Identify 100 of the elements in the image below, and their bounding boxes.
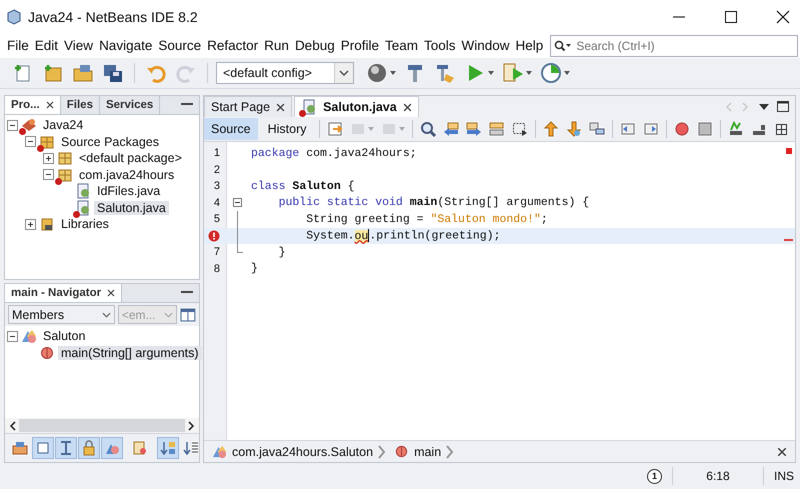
maximize-icon[interactable] [724,10,738,24]
folder-icon[interactable] [72,62,94,84]
minimize-icon[interactable] [181,103,193,107]
view-tab[interactable]: History [260,118,314,140]
tree-item[interactable]: Source Packages [58,134,162,149]
error-marker[interactable] [784,238,793,240]
breadcrumb[interactable]: com.java24hours.Saluton [212,444,386,459]
dropdown-icon[interactable] [759,104,769,110]
window-icon[interactable] [180,306,196,322]
search-icon[interactable] [554,40,572,52]
error-badge-icon [299,110,306,117]
filter-button[interactable] [78,437,100,459]
grid-icon[interactable] [776,124,787,134]
filter-button[interactable] [157,437,179,459]
filter-button[interactable] [32,437,54,459]
highlight-icon[interactable] [488,121,505,137]
tree-item[interactable]: IdFiles.java [94,184,164,198]
menu-item[interactable]: Source [155,38,204,53]
collapse-icon[interactable] [7,120,18,131]
chevron-left-icon[interactable] [9,420,17,430]
tree-item[interactable]: Java24 [40,118,86,132]
close-icon[interactable] [107,289,116,297]
sort-list-icon [183,440,199,456]
java-file-icon [75,183,91,200]
selection-icon[interactable] [512,121,528,137]
fold-icon[interactable] [232,198,242,208]
menu-item[interactable]: Run [261,38,292,53]
padlock-icon [81,440,97,456]
minimize-icon[interactable] [181,291,193,295]
stop-icon[interactable] [696,121,713,137]
close-icon[interactable] [776,10,790,24]
members-dropdown[interactable]: Members [8,305,115,324]
project-icon [21,117,37,134]
caret-icon[interactable] [390,71,396,75]
menu-item[interactable]: Tools [421,38,459,53]
close-icon[interactable] [46,101,54,109]
caret-icon[interactable] [488,71,494,75]
last-edit-icon[interactable] [326,121,343,137]
tree-item[interactable]: Saluton.java [94,200,169,215]
shift-left-icon[interactable] [620,121,636,137]
breadcrumb[interactable]: main [394,444,454,459]
caret-icon[interactable] [526,71,532,75]
caret-icon[interactable] [564,71,570,75]
panel-tab[interactable]: Files [60,96,100,114]
find-next-icon[interactable] [466,121,482,137]
notification-badge[interactable]: 1 [646,468,662,484]
comment-icon[interactable] [728,121,744,137]
close-icon[interactable] [402,102,412,112]
tree-item[interactable]: Saluton [40,329,88,344]
menu-item[interactable]: Edit [32,38,62,53]
collapse-icon[interactable] [7,330,18,342]
arrow-down-icon[interactable] [566,121,582,137]
find-previous-icon[interactable] [442,121,459,137]
filter-button[interactable] [55,437,77,459]
hammer-broom-icon[interactable] [434,62,456,84]
expand-icon[interactable] [25,218,36,230]
panel-tab[interactable]: Services [100,96,160,114]
java-file-icon [301,99,318,115]
panel-tab[interactable]: main - Navigator [5,284,122,302]
document-icon [132,440,148,456]
menu-item[interactable]: Team [382,38,422,53]
menu-item[interactable]: Window [458,38,513,53]
close-icon[interactable] [777,446,787,456]
search-field[interactable]: Search (Ctrl+I) [550,34,798,56]
error-icon[interactable] [208,230,220,242]
panel-tab[interactable]: Pro... [5,96,61,114]
gauge-icon[interactable] [540,62,562,84]
chevron-right-icon[interactable] [187,420,195,430]
magnifier-icon[interactable] [420,121,436,137]
menu-item[interactable]: Navigate [96,38,156,53]
expand-icon[interactable] [43,152,54,164]
config-dropdown[interactable]: <default config> [216,62,354,84]
tree-item[interactable]: main(String[] arguments) [58,346,202,360]
arrow-up-icon[interactable] [542,121,559,137]
record-icon[interactable] [674,121,690,137]
menu-item[interactable]: Profile [338,38,382,53]
menu-item[interactable]: Refactor [204,38,262,53]
collapse-icon[interactable] [25,136,36,148]
debug-icon[interactable] [502,62,524,84]
maximize-icon[interactable] [777,101,789,112]
new-project-icon[interactable] [42,62,64,84]
menu-item[interactable]: View [61,38,96,53]
editor-tab[interactable]: Start Page [204,96,292,117]
globe-icon[interactable] [366,62,388,84]
tree-item[interactable]: com.java24hours [76,168,178,182]
tree-item[interactable]: Libraries [58,217,112,232]
menu-item[interactable]: Debug [292,38,338,53]
chevron-down-icon[interactable] [339,70,349,76]
collapse-icon[interactable] [43,169,54,180]
save-icon[interactable] [102,62,124,84]
menu-item[interactable]: File [4,38,32,53]
close-icon[interactable] [276,102,286,112]
menu-item[interactable]: Help [512,38,546,53]
chevron-down-icon[interactable] [102,312,111,318]
view-tab[interactable]: Source [204,118,258,140]
shift-right-icon[interactable] [642,121,659,137]
bookmark-icon[interactable] [588,121,605,137]
editor-tab[interactable]: Saluton.java [294,96,419,117]
tree-item[interactable]: <default package> [76,151,185,166]
scrollbar[interactable] [5,418,199,433]
